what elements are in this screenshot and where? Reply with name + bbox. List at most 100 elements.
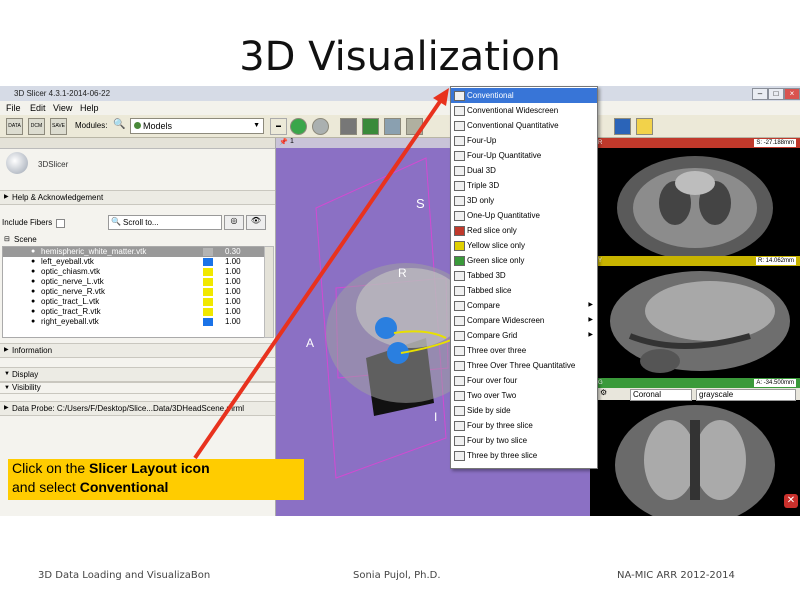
layout-icon: [454, 91, 465, 101]
color-swatch[interactable]: [203, 308, 213, 316]
eye-icon[interactable]: ●: [31, 277, 35, 287]
scene-label: Scene: [14, 235, 37, 244]
layout-item-three-over-three-quantitative[interactable]: Three Over Three Quantitative: [451, 358, 597, 373]
layout-item-three-over-three[interactable]: Three over three: [451, 343, 597, 358]
include-fibers-checkbox[interactable]: [56, 219, 65, 228]
visibility-toggle-icon[interactable]: 👁: [246, 215, 266, 230]
dcm-button[interactable]: DCM: [28, 118, 45, 135]
layout-item-four-up[interactable]: Four-Up: [451, 133, 597, 148]
callout-text: and select: [12, 479, 80, 495]
layout-item-conventional-quantitative[interactable]: Conventional Quantitative: [451, 118, 597, 133]
pin-icon[interactable]: 📌: [279, 138, 288, 146]
scene-tree[interactable]: ● hemispheric_white_matter.vtk 0.30 ● le…: [2, 246, 266, 338]
layout-item-label: Compare: [467, 301, 500, 310]
error-log-icon[interactable]: ✕: [784, 494, 798, 508]
layout-item-label: Dual 3D: [467, 166, 496, 175]
red-slice-bar[interactable]: R S: -27.188mm: [590, 138, 800, 148]
coronal-slice-image[interactable]: [590, 400, 800, 516]
menu-edit[interactable]: Edit: [30, 103, 46, 113]
model-opacity: 0.30: [225, 247, 241, 256]
layout-item-dual-3d[interactable]: Dual 3D: [451, 163, 597, 178]
color-swatch[interactable]: [203, 318, 213, 326]
layout-item-red-slice-only[interactable]: Red slice only: [451, 223, 597, 238]
color-swatch[interactable]: [203, 298, 213, 306]
close-button[interactable]: ×: [784, 88, 800, 100]
color-swatch[interactable]: [203, 248, 213, 256]
eye-icon[interactable]: ●: [31, 287, 35, 297]
help-section[interactable]: ▶ Help & Acknowledgement: [0, 190, 275, 205]
yellow-slice-bar[interactable]: Y R: 14.062mm: [590, 256, 800, 266]
menu-file[interactable]: File: [6, 103, 21, 113]
layout-item-four-by-three-slice[interactable]: Four by three slice: [451, 418, 597, 433]
scroll-to-input[interactable]: 🔍 Scroll to...: [108, 215, 222, 230]
table-row[interactable]: ● optic_nerve_L.vtk 1.00: [3, 277, 265, 287]
layout-item-four-over-four[interactable]: Four over four: [451, 373, 597, 388]
color-swatch[interactable]: [203, 258, 213, 266]
eye-icon[interactable]: ●: [31, 257, 35, 267]
chevron-right-icon: ▶: [588, 302, 593, 308]
table-row[interactable]: ● left_eyeball.vtk 1.00: [3, 257, 265, 267]
layout-item-tabbed-3d[interactable]: Tabbed 3D: [451, 268, 597, 283]
layout-item-three-by-three-slice[interactable]: Three by three slice: [451, 448, 597, 463]
layout-item-tabbed-slice[interactable]: Tabbed slice: [451, 283, 597, 298]
maximize-button[interactable]: □: [768, 88, 784, 100]
color-swatch[interactable]: [203, 288, 213, 296]
fiducial-icon[interactable]: [362, 118, 379, 135]
screenshot-icon[interactable]: [406, 118, 423, 135]
color-swatch[interactable]: [203, 268, 213, 276]
layout-item-one-up-quantitative[interactable]: One-Up Quantitative: [451, 208, 597, 223]
extension-manager-icon[interactable]: [614, 118, 631, 135]
table-row[interactable]: ● optic_tract_L.vtk 1.00: [3, 297, 265, 307]
display-section[interactable]: ▼ Display: [0, 367, 275, 382]
layout-item-yellow-slice-only[interactable]: Yellow slice only: [451, 238, 597, 253]
forward-arrow-icon[interactable]: [312, 118, 329, 135]
eye-icon[interactable]: ●: [31, 317, 35, 327]
data-probe-section[interactable]: ▶ Data Probe: C:/Users/F/Desktop/Slice..…: [0, 401, 275, 416]
layout-item-compare[interactable]: Compare ▶: [451, 298, 597, 313]
eye-icon[interactable]: ●: [31, 297, 35, 307]
data-button[interactable]: DATA: [6, 118, 23, 135]
green-slice-bar[interactable]: G A: -34.500mm: [590, 378, 800, 388]
color-swatch[interactable]: [203, 278, 213, 286]
layout-item-triple-3d[interactable]: Triple 3D: [451, 178, 597, 193]
layout-item-conventional[interactable]: Conventional: [451, 88, 597, 103]
layout-item-side-by-side[interactable]: Side by side: [451, 403, 597, 418]
scene-scrollbar[interactable]: [264, 246, 274, 338]
table-row[interactable]: ● optic_chiasm.vtk 1.00: [3, 267, 265, 277]
layout-item-four-by-two-slice[interactable]: Four by two slice: [451, 433, 597, 448]
axial-slice-image[interactable]: [590, 148, 800, 256]
menu-help[interactable]: Help: [80, 103, 99, 113]
save-button[interactable]: SAVE: [50, 118, 67, 135]
footer-right: NA-MIC ARR 2012-2014: [617, 570, 735, 581]
filter-icon[interactable]: ◎: [224, 215, 244, 230]
python-console-icon[interactable]: [636, 118, 653, 135]
visibility-section[interactable]: ▼ Visibility: [0, 382, 275, 394]
sagittal-slice-image[interactable]: [590, 266, 800, 378]
crosshair-icon[interactable]: [384, 118, 401, 135]
eye-icon[interactable]: ●: [31, 247, 35, 257]
table-row[interactable]: ● hemispheric_white_matter.vtk 0.30: [3, 247, 265, 257]
link-icon[interactable]: ⚙: [600, 388, 607, 397]
green-slice-label: G: [598, 380, 603, 386]
eye-icon[interactable]: ●: [31, 307, 35, 317]
minimize-button[interactable]: –: [752, 88, 768, 100]
information-section[interactable]: ▶ Information: [0, 343, 275, 358]
menu-view[interactable]: View: [53, 103, 72, 113]
layout-item-conventional-widescreen[interactable]: Conventional Widescreen: [451, 103, 597, 118]
layout-item-compare-widescreen[interactable]: Compare Widescreen ▶: [451, 313, 597, 328]
table-row[interactable]: ● optic_tract_R.vtk 1.00: [3, 307, 265, 317]
layout-item-four-up-quantitative[interactable]: Four-Up Quantitative: [451, 148, 597, 163]
menubar: File Edit View Help: [0, 101, 800, 115]
layout-item-two-over-two[interactable]: Two over Two: [451, 388, 597, 403]
mouse-mode-icon[interactable]: [340, 118, 357, 135]
layout-item-compare-grid[interactable]: Compare Grid ▶: [451, 328, 597, 343]
table-row[interactable]: ● right_eyeball.vtk 1.00: [3, 317, 265, 327]
modules-select[interactable]: Models ▼: [130, 118, 264, 134]
eye-icon[interactable]: ●: [31, 267, 35, 277]
back-arrow-icon[interactable]: [290, 118, 307, 135]
module-history-icon[interactable]: ▬: [270, 118, 287, 135]
layout-item-green-slice-only[interactable]: Green slice only: [451, 253, 597, 268]
table-row[interactable]: ● optic_nerve_R.vtk 1.00: [3, 287, 265, 297]
module-search-icon[interactable]: 🔍: [113, 119, 125, 130]
layout-item-3d-only[interactable]: 3D only: [451, 193, 597, 208]
